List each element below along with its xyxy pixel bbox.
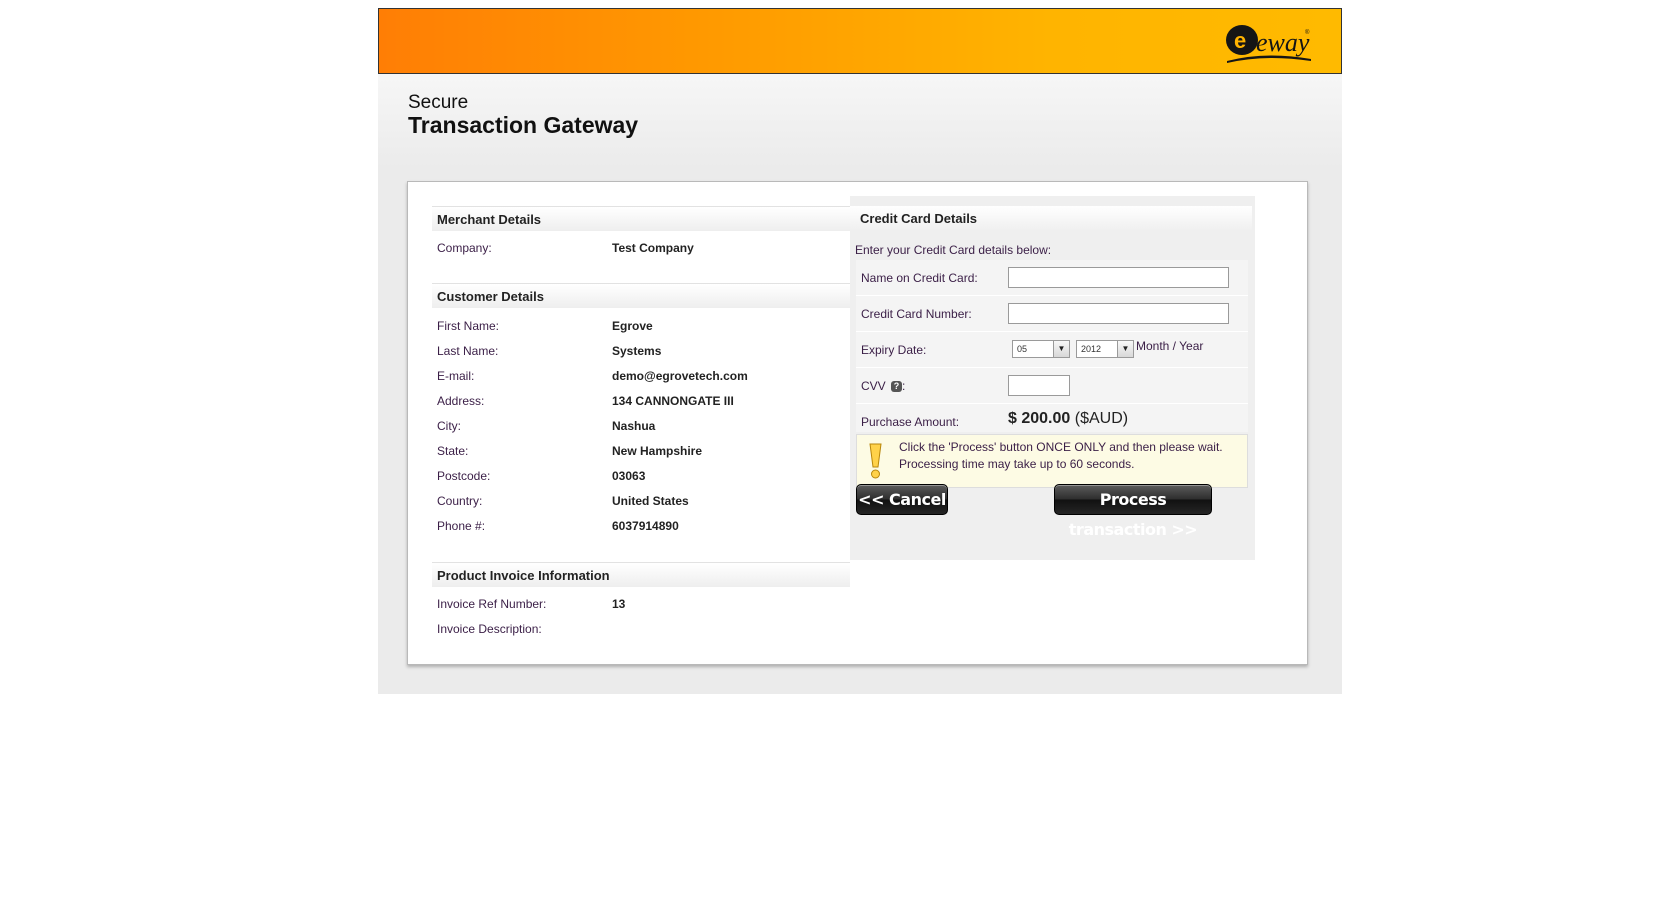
eway-logo: e eway ® (1226, 25, 1311, 63)
notice-line-1: Click the 'Process' button ONCE ONLY and… (899, 440, 1223, 454)
invoice-info-heading: Product Invoice Information (432, 562, 850, 587)
cvv-row: CVV ?: (856, 368, 1248, 404)
detail-row: First Name: Egrove (432, 313, 850, 338)
detail-label: First Name: (437, 319, 500, 333)
name-on-card-input[interactable] (1008, 267, 1229, 288)
page-title-gateway: Transaction Gateway (408, 112, 639, 138)
cancel-button[interactable]: << Cancel (856, 484, 948, 515)
dropdown-arrow-icon: ▼ (1053, 341, 1069, 357)
detail-row: State: New Hampshire (432, 438, 850, 463)
dropdown-arrow-icon: ▼ (1117, 341, 1133, 357)
detail-row: Address: 134 CANNONGATE III (432, 388, 850, 413)
help-icon[interactable]: ? (891, 381, 903, 392)
detail-value: Egrove (612, 319, 653, 333)
cvv-label-text: CVV (861, 379, 886, 393)
svg-text:®: ® (1305, 29, 1310, 36)
name-on-card-row: Name on Credit Card: (856, 260, 1248, 296)
page-title-secure: Secure (408, 92, 469, 113)
expiry-year-select[interactable]: 2012 ▼ (1076, 340, 1134, 358)
detail-row: E-mail: demo@egrovetech.com (432, 363, 850, 388)
detail-value: Test Company (612, 241, 694, 255)
detail-label: E-mail: (437, 369, 475, 383)
expiry-date-label: Expiry Date: (861, 343, 927, 357)
detail-row: Invoice Description: (432, 616, 850, 641)
detail-row: Last Name: Systems (432, 338, 850, 363)
detail-value: 134 CANNONGATE III (612, 394, 734, 408)
svg-text:e: e (1234, 28, 1246, 53)
purchase-amount-row: Purchase Amount: $ 200.00 ($AUD) (856, 404, 1248, 432)
process-notice: Click the 'Process' button ONCE ONLY and… (856, 434, 1248, 488)
card-number-label: Credit Card Number: (861, 307, 972, 321)
notice-text: Click the 'Process' button ONCE ONLY and… (899, 439, 1223, 473)
cvv-input[interactable] (1008, 375, 1070, 396)
process-transaction-button[interactable]: Process transaction >> (1054, 484, 1212, 539)
detail-value: United States (612, 494, 689, 508)
detail-value: 03063 (612, 469, 646, 483)
detail-row: Phone #: 6037914890 (432, 513, 850, 538)
detail-value: 13 (612, 597, 626, 611)
detail-label: Address: (437, 394, 485, 408)
detail-value: demo@egrovetech.com (612, 369, 748, 383)
purchase-amount-currency: ($AUD) (1074, 410, 1129, 427)
credit-card-heading: Credit Card Details (850, 206, 1252, 230)
expiry-hint: Month / Year (1136, 339, 1204, 353)
name-on-card-label: Name on Credit Card: (861, 271, 978, 285)
detail-label: Invoice Description: (437, 622, 542, 636)
page-container: e eway ® Secure Transaction Gateway Merc… (378, 8, 1342, 694)
detail-label: Phone #: (437, 519, 486, 533)
detail-label: City: (437, 419, 461, 433)
detail-label: Invoice Ref Number: (437, 597, 547, 611)
detail-value: Systems (612, 344, 662, 358)
warning-exclamation-icon (869, 443, 882, 479)
detail-label: Postcode: (437, 469, 491, 483)
expiry-year-value: 2012 (1081, 344, 1102, 354)
cvv-colon: : (902, 379, 906, 393)
expiry-month-select[interactable]: 05 ▼ (1012, 340, 1070, 358)
detail-label: Company: (437, 241, 492, 255)
notice-line-2: Processing time may take up to 60 second… (899, 457, 1135, 471)
detail-label: Last Name: (437, 344, 499, 358)
card-number-row: Credit Card Number: (856, 296, 1248, 332)
merchant-details-heading: Merchant Details (432, 206, 850, 231)
detail-row: Company: Test Company (432, 235, 850, 260)
purchase-amount-value: $ 200.00 (1008, 410, 1071, 427)
svg-text:eway: eway (1256, 28, 1310, 57)
expiry-date-row: Expiry Date: 05 ▼ 2012 ▼ Month / Year (856, 332, 1248, 368)
credit-card-panel: Credit Card Details Enter your Credit Ca… (850, 196, 1255, 560)
details-column: Merchant Details Company: Test Company C… (432, 206, 850, 641)
detail-row: Postcode: 03063 (432, 463, 850, 488)
expiry-month-value: 05 (1017, 344, 1028, 354)
cvv-label: CVV ?: (861, 379, 905, 393)
main-panel: Merchant Details Company: Test Company C… (407, 181, 1308, 665)
detail-row: Country: United States (432, 488, 850, 513)
customer-details-heading: Customer Details (432, 283, 850, 308)
detail-value: Nashua (612, 419, 656, 433)
detail-label: State: (437, 444, 469, 458)
detail-label: Country: (437, 494, 483, 508)
credit-card-intro: Enter your Credit Card details below: (855, 243, 1052, 257)
detail-row: Invoice Ref Number: 13 (432, 591, 850, 616)
purchase-amount: $ 200.00 ($AUD) (1008, 410, 1128, 428)
card-number-input[interactable] (1008, 303, 1229, 324)
detail-value: New Hampshire (612, 444, 703, 458)
header-banner: e eway ® (378, 8, 1342, 74)
detail-row: City: Nashua (432, 413, 850, 438)
purchase-amount-label: Purchase Amount: (861, 415, 960, 429)
detail-value: 6037914890 (612, 519, 679, 533)
